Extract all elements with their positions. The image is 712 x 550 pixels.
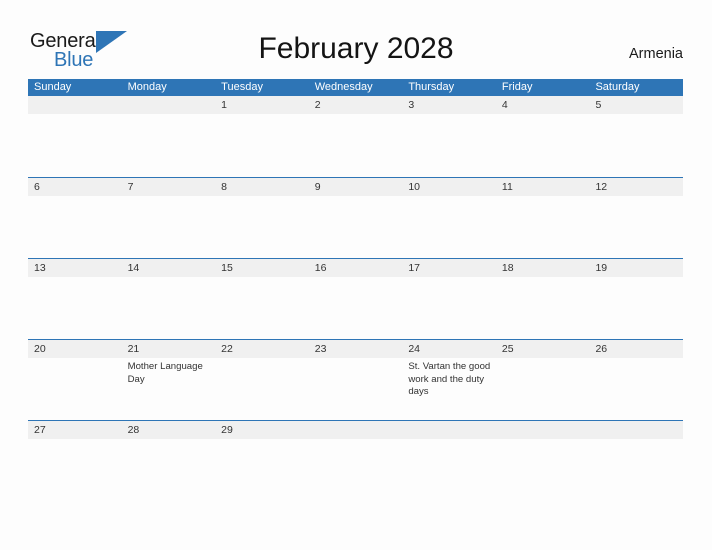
day-of-week-sunday: Sunday — [34, 81, 72, 93]
day-number: 14 — [127, 262, 140, 274]
calendar-event[interactable]: St. Vartan the good work and the duty da… — [408, 361, 492, 399]
day-cell-7[interactable]: 7 — [122, 178, 216, 258]
calendar-weeks: 1 2 3 4 5 6 7 8 9 10 11 12 13 14 15 16 17 18 19 20 21 Mother … — [28, 96, 683, 439]
day-number: 26 — [595, 343, 608, 355]
calendar-event[interactable]: Mother Language Day — [128, 361, 212, 386]
day-of-week-tuesday: Tuesday — [221, 81, 263, 93]
day-cell-27[interactable]: 27 — [28, 421, 122, 436]
day-cell-26[interactable]: 26 — [589, 340, 683, 420]
day-of-week-friday: Friday — [501, 81, 533, 93]
calendar-week-row: 6 7 8 9 10 11 12 — [28, 177, 683, 258]
day-cell-3[interactable]: 3 — [402, 96, 496, 177]
week-cells: 20 21 Mother Language Day 22 23 24 St. Vartan … — [28, 340, 683, 420]
day-cell-16[interactable]: 16 — [309, 259, 403, 339]
day-cell-11[interactable]: 11 — [496, 178, 590, 258]
day-cell-17[interactable]: 17 — [402, 259, 496, 339]
day-cell-13[interactable]: 13 — [28, 259, 122, 339]
day-number: 23 — [314, 343, 327, 355]
day-of-week-wednesday: Wednesday — [314, 81, 373, 93]
day-cell-1[interactable]: 1 — [215, 96, 309, 177]
day-cell-21[interactable]: 21 Mother Language Day — [122, 340, 216, 420]
page-header: General Blue February 2028 Armenia — [0, 0, 712, 78]
day-number: 22 — [221, 343, 233, 355]
day-cell-empty — [28, 96, 122, 177]
day-of-week-thursday: Thursday — [408, 81, 455, 93]
day-number: 21 — [127, 343, 140, 355]
day-cell-4[interactable]: 4 — [496, 96, 590, 177]
day-events: Mother Language Day — [128, 361, 212, 386]
day-number: 25 — [501, 343, 514, 355]
week-cells: 27 28 29 — [28, 421, 683, 436]
day-number: 12 — [595, 181, 608, 193]
day-cell-20[interactable]: 20 — [28, 340, 122, 420]
calendar-grid: Sunday Monday Tuesday Wednesday Thursday… — [28, 79, 683, 439]
day-cell-8[interactable]: 8 — [215, 178, 309, 258]
day-cell-empty — [496, 421, 590, 434]
calendar-page: General Blue February 2028 Armenia Sunda… — [0, 0, 712, 550]
day-events: St. Vartan the good work and the duty da… — [408, 361, 492, 399]
day-number: 27 — [34, 424, 46, 436]
day-number: 15 — [221, 262, 233, 274]
calendar-week-row: 27 28 29 — [28, 420, 683, 439]
day-cell-empty — [402, 421, 496, 434]
day-cell-15[interactable]: 15 — [215, 259, 309, 339]
day-number: 7 — [127, 181, 134, 193]
day-number: 6 — [34, 181, 40, 193]
day-number: 8 — [221, 181, 227, 193]
day-cell-18[interactable]: 18 — [496, 259, 590, 339]
week-cells: 6 7 8 9 10 11 12 — [28, 178, 683, 258]
day-cell-10[interactable]: 10 — [402, 178, 496, 258]
day-number: 13 — [34, 262, 46, 274]
day-of-week-saturday: Saturday — [595, 81, 640, 93]
calendar-week-row: 13 14 15 16 17 18 19 — [28, 258, 683, 339]
day-cell-empty — [309, 421, 403, 434]
day-cell-24[interactable]: 24 St. Vartan the good work and the duty … — [402, 340, 496, 420]
day-of-week-monday: Monday — [127, 81, 167, 93]
day-cell-29[interactable]: 29 — [215, 421, 309, 436]
day-number: 5 — [595, 99, 602, 111]
day-cell-9[interactable]: 9 — [309, 178, 403, 258]
day-cell-14[interactable]: 14 — [122, 259, 216, 339]
day-number: 19 — [595, 262, 608, 274]
day-number: 24 — [408, 343, 420, 355]
day-cell-22[interactable]: 22 — [215, 340, 309, 420]
day-cell-12[interactable]: 12 — [589, 178, 683, 258]
calendar-week-row: 20 21 Mother Language Day 22 23 24 St. Vartan … — [28, 339, 683, 420]
country-label: Armenia — [629, 46, 683, 62]
day-number: 4 — [501, 99, 508, 111]
day-of-week-header-row: Sunday Monday Tuesday Wednesday Thursday… — [28, 79, 683, 96]
page-title: February 2028 — [258, 32, 454, 65]
day-number: 20 — [34, 343, 46, 355]
day-cell-23[interactable]: 23 — [309, 340, 403, 420]
day-cell-19[interactable]: 19 — [589, 259, 683, 339]
day-cell-empty — [589, 421, 683, 434]
day-number: 29 — [221, 424, 233, 436]
day-cell-25[interactable]: 25 — [496, 340, 590, 420]
day-number: 1 — [221, 99, 227, 111]
day-number: 10 — [408, 181, 420, 193]
day-number: 18 — [501, 262, 514, 274]
day-cell-2[interactable]: 2 — [309, 96, 403, 177]
week-cells: 1 2 3 4 5 — [28, 96, 683, 177]
day-number: 11 — [501, 181, 513, 193]
calendar-week-row: 1 2 3 4 5 — [28, 96, 683, 177]
day-cell-28[interactable]: 28 — [122, 421, 216, 436]
day-cell-5[interactable]: 5 — [589, 96, 683, 177]
day-number: 17 — [408, 262, 420, 274]
day-number: 3 — [408, 99, 415, 111]
day-number: 9 — [314, 181, 321, 193]
day-cell-empty — [122, 96, 216, 177]
week-cells: 13 14 15 16 17 18 19 — [28, 259, 683, 339]
day-number: 28 — [127, 424, 140, 436]
day-number: 16 — [314, 262, 327, 274]
day-cell-6[interactable]: 6 — [28, 178, 122, 258]
day-number: 2 — [314, 99, 321, 111]
